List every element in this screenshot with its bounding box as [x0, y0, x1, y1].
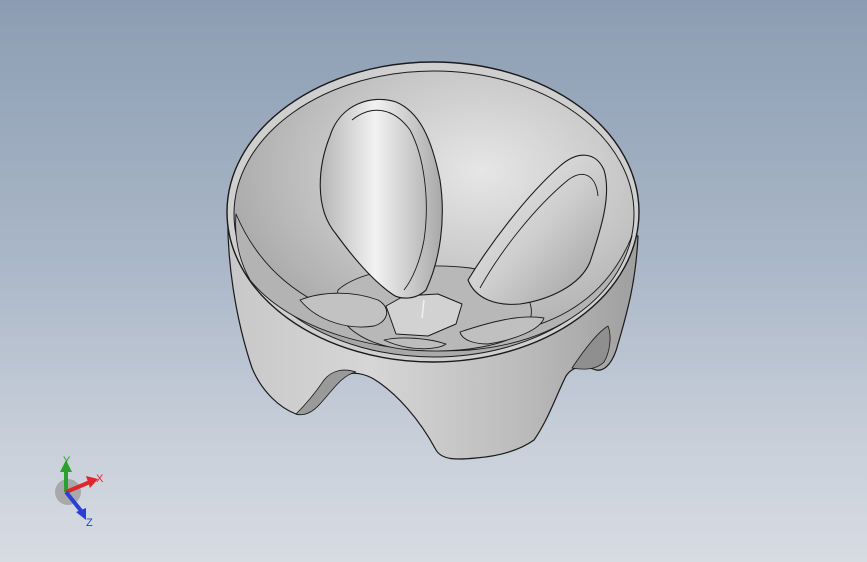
y-axis-label: Y [63, 455, 71, 467]
orientation-triad: Y X Z [46, 452, 110, 532]
bowl-model[interactable] [226, 61, 640, 460]
x-axis-label: X [96, 473, 104, 485]
model-canvas[interactable] [0, 0, 867, 562]
z-axis-label: Z [86, 517, 93, 529]
3d-viewport[interactable] [0, 0, 867, 562]
